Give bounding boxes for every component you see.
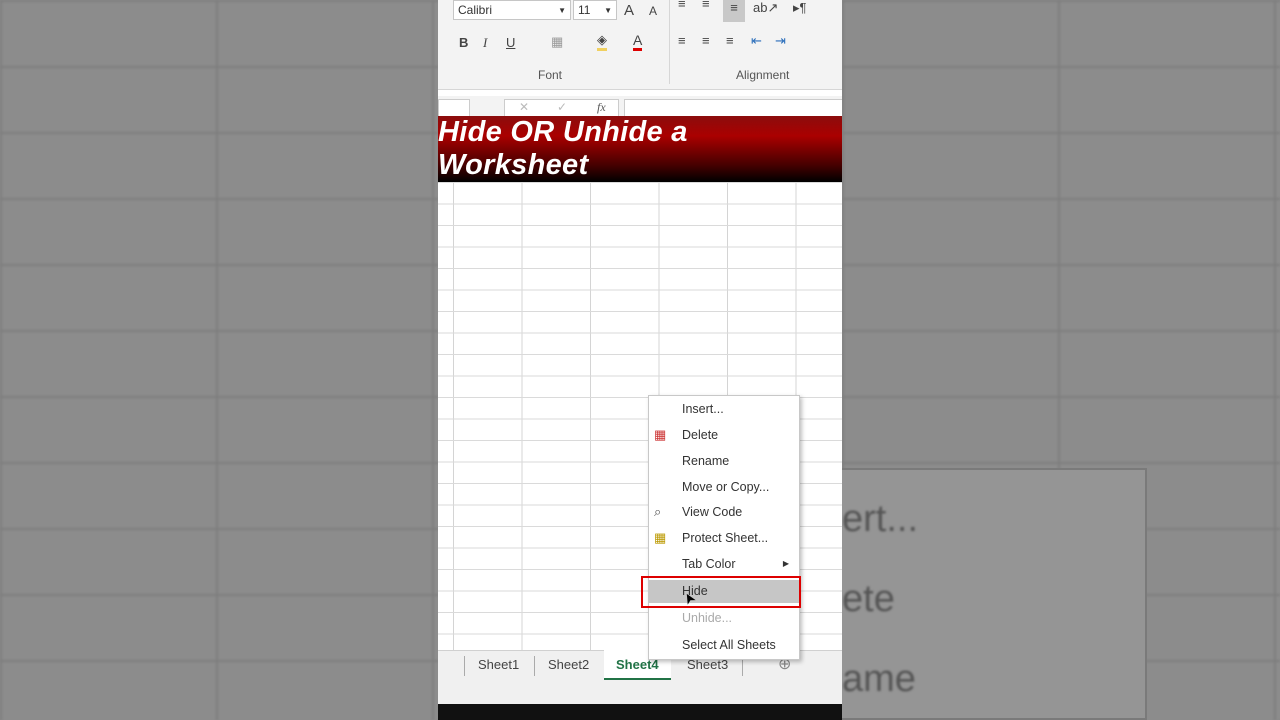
- menu-item-protect-sheet[interactable]: ▦ Protect Sheet...: [649, 526, 799, 550]
- fx-icon[interactable]: fx: [597, 100, 606, 115]
- font-size-value: 11: [578, 3, 591, 17]
- enter-icon[interactable]: ✓: [557, 100, 567, 114]
- align-center-icon[interactable]: ≡: [702, 33, 710, 48]
- video-title-banner: Hide OR Unhide a Worksheet: [438, 116, 842, 182]
- delete-sheet-icon: ▦: [654, 427, 667, 442]
- menu-label: Select All Sheets: [682, 638, 776, 652]
- align-left-icon[interactable]: ≡: [678, 33, 686, 48]
- align-top-icon[interactable]: ≡: [678, 0, 686, 11]
- decrease-indent-icon[interactable]: ⇤: [751, 33, 762, 49]
- decrease-font-icon[interactable]: A: [649, 4, 657, 18]
- fill-color-icon[interactable]: ◈: [597, 32, 607, 51]
- orientation-icon[interactable]: ab↗: [753, 0, 778, 16]
- ribbon: Calibri ▼ 11 ▼ A A B I U ▦ ◈ A ≡ ≡ ≡ ab↗ ▸…: [438, 0, 842, 90]
- menu-item-tab-color[interactable]: Tab Color ▶: [649, 552, 799, 576]
- menu-item-move-or-copy[interactable]: Move or Copy...: [649, 475, 799, 499]
- blurred-menu-text: ert...: [842, 498, 919, 540]
- submenu-arrow-icon: ▶: [782, 559, 789, 568]
- align-bottom-icon[interactable]: ≡: [723, 0, 745, 22]
- text-direction-icon[interactable]: ▸¶: [793, 0, 807, 16]
- sheet-context-menu: Insert... ▦ Delete Rename Move or Copy...…: [648, 395, 800, 660]
- view-code-icon: ⌕: [654, 504, 662, 519]
- alignment-group-label: Alignment: [736, 68, 790, 82]
- font-name-value: Calibri: [458, 3, 493, 17]
- align-middle-icon[interactable]: ≡: [702, 0, 710, 11]
- menu-item-view-code[interactable]: ⌕ View Code: [649, 500, 799, 524]
- menu-label: Move or Copy...: [682, 480, 770, 494]
- cancel-icon[interactable]: ✕: [519, 100, 529, 114]
- menu-label: Rename: [682, 454, 730, 468]
- menu-label: Unhide...: [682, 611, 733, 625]
- sheet-tab-sheet2[interactable]: Sheet2: [548, 657, 589, 672]
- bold-button[interactable]: B: [459, 35, 468, 50]
- increase-font-icon[interactable]: A: [624, 2, 634, 19]
- blurred-context-menu: ert... ete ame: [842, 468, 1147, 720]
- status-bar: [438, 680, 842, 704]
- borders-icon[interactable]: ▦: [551, 34, 563, 50]
- menu-item-rename[interactable]: Rename: [649, 449, 799, 473]
- font-size-dropdown[interactable]: 11 ▼: [573, 0, 617, 20]
- font-name-dropdown[interactable]: Calibri ▼: [453, 0, 571, 20]
- menu-item-insert[interactable]: Insert...: [649, 397, 799, 421]
- font-group-label: Font: [538, 68, 563, 82]
- italic-button[interactable]: I: [483, 35, 487, 51]
- taskbar: [438, 704, 842, 720]
- increase-indent-icon[interactable]: ⇥: [775, 33, 786, 49]
- name-box[interactable]: [438, 99, 470, 117]
- menu-item-unhide[interactable]: Unhide...: [649, 606, 799, 630]
- font-color-icon[interactable]: A: [633, 32, 643, 51]
- blurred-background-left: [0, 0, 438, 720]
- align-right-icon[interactable]: ≡: [726, 33, 734, 48]
- menu-item-select-all-sheets[interactable]: Select All Sheets: [649, 633, 799, 657]
- blurred-menu-text: ete: [842, 578, 895, 620]
- menu-label: Tab Color: [682, 557, 736, 571]
- menu-label: Insert...: [682, 402, 724, 416]
- menu-label: View Code: [682, 505, 743, 519]
- formula-input[interactable]: [624, 99, 842, 117]
- underline-button[interactable]: U: [506, 35, 515, 50]
- blurred-menu-text: ame: [842, 658, 916, 700]
- menu-label: Protect Sheet...: [682, 531, 769, 545]
- highlight-box: [641, 576, 801, 608]
- sheet-tab-sheet1[interactable]: Sheet1: [478, 657, 519, 672]
- menu-label: Delete: [682, 428, 719, 442]
- protect-sheet-icon: ▦: [654, 530, 667, 545]
- menu-item-delete[interactable]: ▦ Delete: [649, 423, 799, 447]
